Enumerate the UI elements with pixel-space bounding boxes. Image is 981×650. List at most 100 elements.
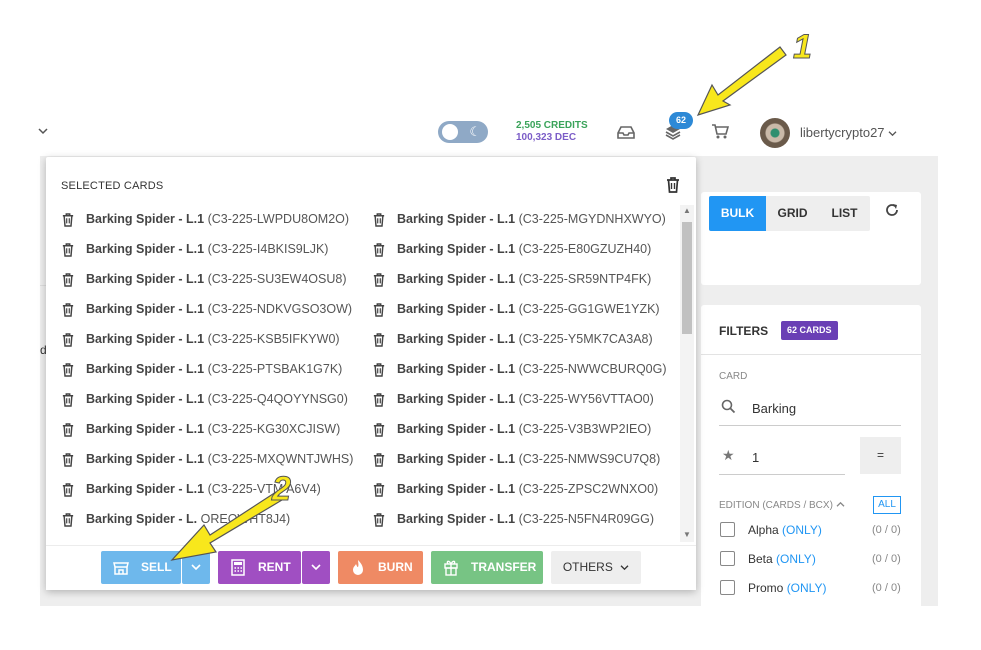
edition-promo-checkbox[interactable] <box>720 580 735 595</box>
avatar[interactable] <box>760 118 790 148</box>
remove-card-trash-icon[interactable] <box>373 273 385 290</box>
card-id: (C3-225-NMWS9CU7Q8) <box>518 452 661 466</box>
theme-toggle[interactable]: ☾ <box>438 121 488 143</box>
remove-card-trash-icon[interactable] <box>373 363 385 380</box>
inbox-icon[interactable] <box>616 124 636 145</box>
card-name: Barking Spider - L.1 <box>86 392 205 406</box>
scrollbar-thumb[interactable] <box>682 222 692 334</box>
card-name: Barking Spider - L.1 <box>86 332 205 346</box>
toggle-knob <box>442 124 458 140</box>
input-underline <box>719 425 901 426</box>
card-id: (C3-225-MGYDNHXWYO) <box>518 212 666 226</box>
edition-all-button[interactable]: ALL <box>873 496 901 514</box>
remove-card-trash-icon[interactable] <box>373 423 385 440</box>
remove-card-trash-icon[interactable] <box>373 513 385 530</box>
remove-card-trash-icon[interactable] <box>62 333 74 350</box>
card-name: Barking Spider - L.1 <box>397 272 516 286</box>
card-name: Barking Spider - L.1 <box>397 512 516 526</box>
edition-beta-label[interactable]: Beta (ONLY) <box>748 552 816 566</box>
level-operator-button[interactable]: = <box>860 437 901 474</box>
input-underline <box>719 474 845 475</box>
card-name: Barking Spider - L.1 <box>86 212 205 226</box>
card-name: Barking Spider - L.1 <box>397 482 516 496</box>
remove-card-trash-icon[interactable] <box>373 213 385 230</box>
star-icon: ★ <box>722 447 735 463</box>
card-name: Barking Spider - L.1 <box>397 302 516 316</box>
username[interactable]: libertycrypto27 <box>800 125 897 140</box>
card-id: (C3-225-E80GZUZH40) <box>518 242 652 256</box>
remove-card-trash-icon[interactable] <box>373 453 385 470</box>
remove-card-trash-icon[interactable] <box>373 393 385 410</box>
remove-card-trash-icon[interactable] <box>62 453 74 470</box>
card-name: Barking Spider - L.1 <box>86 302 205 316</box>
annotation-number-1: 1 <box>793 28 813 67</box>
view-bulk-button[interactable]: BULK <box>709 196 766 231</box>
edition-filter-label[interactable]: EDITION (CARDS / BCX) <box>719 500 845 511</box>
card-search-input[interactable]: Barking <box>752 401 796 416</box>
remove-card-trash-icon[interactable] <box>62 393 74 410</box>
remove-card-trash-icon[interactable] <box>62 423 74 440</box>
card-name: Barking Spider - L.1 <box>397 212 516 226</box>
card-id: (C3-225-NWWCBURQ0G) <box>518 362 667 376</box>
card-id: (C3-225-KSB5IFKYW0) <box>207 332 340 346</box>
remove-card-trash-icon[interactable] <box>62 213 74 230</box>
card-id: (C3-225-Y5MK7CA3A8) <box>518 332 653 346</box>
remove-card-trash-icon[interactable] <box>62 243 74 260</box>
card-id: (C3-225-Q4QOYYNSG0) <box>207 392 348 406</box>
burn-button[interactable]: BURN <box>338 551 423 584</box>
rent-dropdown-button[interactable] <box>302 551 330 584</box>
annotation-number-2: 2 <box>272 470 292 509</box>
card-name: Barking Spider - L.1 <box>397 242 516 256</box>
others-button[interactable]: OTHERS <box>551 551 641 584</box>
card-name: Barking Spider - L.1 <box>86 422 205 436</box>
card-id: (C3-225-GG1GWE1YZK) <box>518 302 660 316</box>
remove-card-trash-icon[interactable] <box>62 303 74 320</box>
selected-cards-list: Barking Spider - L.1 (C3-225-LWPDU8OM2O)… <box>46 205 680 542</box>
edition-alpha-label[interactable]: Alpha (ONLY) <box>748 523 822 537</box>
annotation-arrow-2 <box>170 491 283 561</box>
trash-icon[interactable] <box>666 177 680 198</box>
remove-card-trash-icon[interactable] <box>62 483 74 500</box>
remove-card-trash-icon[interactable] <box>373 333 385 350</box>
card-name: Barking Spider - L.1 <box>86 362 205 376</box>
popup-title: SELECTED CARDS <box>61 180 164 192</box>
card-name: Barking Spider - L.1 <box>86 272 205 286</box>
view-grid-button[interactable]: GRID <box>766 196 819 231</box>
credits-balance: 2,505 CREDITS <box>516 120 588 131</box>
transfer-button[interactable]: TRANSFER <box>431 551 543 584</box>
card-id: (C3-225-N5FN4R09GG) <box>518 512 655 526</box>
card-id: (C3-225-WY56VTTAO0) <box>518 392 654 406</box>
edition-alpha-count: (0 / 0) <box>872 524 901 536</box>
remove-card-trash-icon[interactable] <box>373 243 385 260</box>
fire-icon <box>350 551 366 597</box>
card-name: Barking Spider - L.1 <box>397 362 516 376</box>
scroll-up-icon[interactable]: ▲ <box>683 206 691 215</box>
store-icon <box>113 551 129 597</box>
divider <box>701 354 921 355</box>
card-id: (C3-225-V3B3WP2IEO) <box>518 422 652 436</box>
level-input[interactable]: 1 <box>752 450 759 465</box>
edition-beta-checkbox[interactable] <box>720 551 735 566</box>
chevron-down-icon[interactable] <box>38 124 48 138</box>
card-id: (C3-225-LWPDU8OM2O) <box>207 212 350 226</box>
remove-card-trash-icon[interactable] <box>62 513 74 530</box>
card-id: (C3-225-ZPSC2WNXO0) <box>518 482 659 496</box>
remove-card-trash-icon[interactable] <box>62 273 74 290</box>
view-list-button[interactable]: LIST <box>819 196 870 231</box>
edition-beta-count: (0 / 0) <box>872 553 901 565</box>
moon-icon: ☾ <box>469 124 481 139</box>
card-name: Barking Spider - L.1 <box>397 332 516 346</box>
card-name: Barking Spider - L.1 <box>397 422 516 436</box>
remove-card-trash-icon[interactable] <box>373 303 385 320</box>
remove-card-trash-icon[interactable] <box>62 363 74 380</box>
remove-card-trash-icon[interactable] <box>373 483 385 500</box>
edition-alpha-checkbox[interactable] <box>720 522 735 537</box>
refresh-icon[interactable] <box>884 202 900 223</box>
card-filter-label: CARD <box>719 371 748 382</box>
card-id: (C3-225-PTSBAK1G7K) <box>207 362 343 376</box>
scroll-down-icon[interactable]: ▼ <box>683 530 691 539</box>
edition-promo-label[interactable]: Promo (ONLY) <box>748 581 826 595</box>
cart-icon[interactable] <box>711 123 730 145</box>
card-id: (C3-225-SU3EW4OSU8) <box>207 272 347 286</box>
card-id: (C3-225-KG30XCJISW) <box>207 422 341 436</box>
